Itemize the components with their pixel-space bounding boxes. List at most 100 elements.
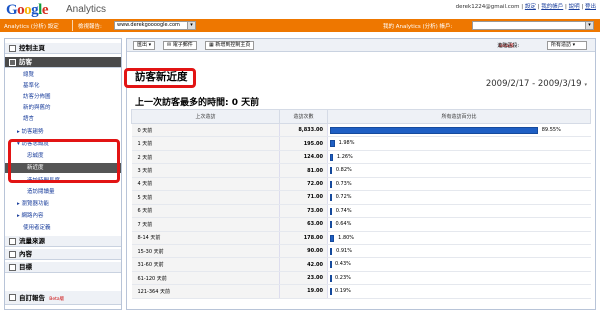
date-range-picker[interactable]: 2009/2/17 - 2009/3/19 ▾ [486, 79, 587, 89]
row-label[interactable]: 3 天前 [131, 163, 280, 178]
sidebar-item-content[interactable]: 內容 [5, 249, 121, 260]
row-percent-cell: 0.64% [327, 217, 591, 232]
chevron-down-icon: ▾ [585, 22, 593, 29]
beta-badge: Beta版 [49, 297, 65, 302]
table-row: 31-60 天前 42.00 0.43% [131, 257, 591, 272]
my-account-label: 我的 Analytics (分析) 帳戶: [383, 24, 453, 30]
account-select[interactable]: ▾ [472, 21, 594, 30]
row-label[interactable]: 8-14 天前 [131, 231, 280, 245]
column-header-visits[interactable]: 造訪次數 [279, 109, 328, 124]
summary-subtitle: 上一次訪客最多的時間: 0 天前 [135, 98, 260, 108]
sidebar-item-custom-reports[interactable]: 自訂報告 Beta版 [5, 291, 121, 305]
column-header-last-visit[interactable]: 上次造訪 [131, 109, 280, 124]
row-percent-cell: 0.43% [327, 257, 591, 272]
row-percent-cell: 1.80% [327, 231, 591, 245]
row-visits: 71.00 [279, 190, 328, 205]
row-label[interactable]: 2 天前 [131, 150, 280, 165]
row-label[interactable]: 15-30 天前 [131, 244, 280, 259]
sidebar-item-user-defined[interactable]: 使用者定義 [5, 223, 121, 233]
row-percent-cell: 0.73% [327, 177, 591, 192]
dashboard-icon: ▦ [209, 42, 214, 48]
sidebar-item-visitor-trending[interactable]: ▸ 訪客趨勢 [5, 127, 121, 137]
table-row: 6 天前 73.00 0.74% [131, 204, 591, 219]
sidebar-item-traffic-sources[interactable]: 流量來源 [5, 236, 121, 247]
help-link[interactable]: 說明 [569, 4, 580, 10]
product-name: Analytics [66, 4, 107, 15]
table-row: 1 天前 195.00 1.98% [131, 136, 591, 151]
percent-bar [330, 247, 333, 255]
percent-bar [330, 221, 332, 229]
settings-link[interactable]: 設定 [525, 4, 536, 10]
row-visits: 42.00 [279, 257, 328, 272]
table-row: 61-120 天前 23.00 0.23% [131, 271, 591, 286]
site-select[interactable]: www.derekgoooogle.com ▾ [114, 21, 196, 30]
row-label[interactable]: 4 天前 [131, 177, 280, 192]
traffic-sources-icon [9, 238, 16, 245]
sidebar-item-benchmarking[interactable]: 基準化 [5, 81, 121, 91]
row-label[interactable]: 61-120 天前 [131, 271, 280, 286]
sidebar-item-languages[interactable]: 語言 [5, 114, 121, 124]
row-percent: 89.55% [541, 127, 561, 133]
view-report-label: 檢視報告: [78, 24, 102, 30]
percent-bar [330, 127, 538, 134]
email-button[interactable]: ✉ 電子郵件 [163, 41, 197, 50]
row-percent: 0.23% [335, 274, 351, 281]
table-row: 15-30 天前 90.00 0.91% [131, 244, 591, 259]
row-label[interactable]: 5 天前 [131, 190, 280, 205]
row-percent: 0.43% [335, 261, 351, 268]
user-links: derek1224@gmail.com | 設定 | 我的帳戶 | 說明 | 登… [455, 4, 596, 10]
sign-out-link[interactable]: 登出 [585, 4, 596, 10]
custom-reports-icon [9, 294, 16, 301]
sidebar-item-goals[interactable]: 目標 [5, 262, 121, 273]
row-label[interactable]: 0 天前 [131, 123, 280, 138]
add-to-dashboard-button[interactable]: ▦ 新增到控制主頁 [205, 41, 255, 50]
row-label[interactable]: 1 天前 [131, 136, 280, 151]
row-visits: 72.00 [279, 177, 328, 192]
row-label[interactable]: 6 天前 [131, 204, 280, 219]
analytics-settings-link[interactable]: Analytics (分析) 設定 [4, 22, 59, 30]
main-panel: 匯出 ▾ ✉ 電子郵件 ▦ 新增到控制主頁 Beta版 進階區段: 所有造訪 ▾… [126, 38, 596, 310]
recency-table: 上次造訪 造訪次數 所有造訪百分比 0 天前 8,833.00 89.55% 1 天前… [131, 109, 591, 299]
row-visits: 19.00 [279, 284, 328, 299]
my-account-link[interactable]: 我的帳戶 [541, 4, 563, 10]
sidebar-item-overview[interactable]: 總覽 [5, 70, 121, 80]
sidebar-item-network-properties[interactable]: ▸ 網路內容 [5, 211, 121, 221]
row-percent: 0.73% [335, 180, 352, 187]
sidebar-item-visitors[interactable]: 訪客 [5, 57, 121, 68]
chevron-down-icon: ▾ [572, 42, 576, 48]
row-percent: 1.26% [336, 153, 353, 160]
report-toolbar: 匯出 ▾ ✉ 電子郵件 ▦ 新增到控制主頁 Beta版 進階區段: 所有造訪 ▾ [127, 39, 595, 52]
row-percent: 1.80% [338, 234, 355, 241]
row-visits: 124.00 [279, 150, 328, 165]
highlight-annotation [124, 68, 196, 88]
column-header-percent[interactable]: 所有造訪百分比 [327, 109, 591, 124]
sidebar-item-map-overlay[interactable]: 訪客分佈圖 [5, 92, 121, 102]
export-button[interactable]: 匯出 ▾ [133, 41, 156, 50]
percent-bar [330, 140, 335, 148]
table-row: 3 天前 81.00 0.82% [131, 163, 591, 178]
visitors-icon [9, 59, 16, 66]
row-percent-cell: 0.19% [327, 284, 591, 299]
row-percent: 0.91% [336, 247, 352, 254]
row-label[interactable]: 7 天前 [131, 217, 280, 232]
percent-bar [330, 207, 332, 215]
nav-bar: Analytics (分析) 設定 檢視報告: www.derekgoooogl… [0, 19, 600, 32]
percent-bar [330, 288, 332, 296]
table-row: 4 天前 72.00 0.73% [131, 177, 591, 192]
row-visits: 195.00 [279, 136, 328, 151]
row-label[interactable]: 121-364 天前 [131, 284, 280, 299]
row-visits: 178.00 [279, 231, 328, 245]
row-visits: 8,833.00 [279, 123, 328, 138]
sidebar-item-depth-of-visit[interactable]: 造訪閱讀量 [5, 187, 121, 197]
chevron-down-icon: ▾ [148, 42, 152, 48]
row-visits: 90.00 [279, 244, 328, 259]
row-percent-cell: 0.82% [327, 163, 591, 178]
google-logo[interactable]: Google [6, 2, 49, 19]
sidebar-item-dashboard[interactable]: 控制主頁 [5, 43, 121, 54]
sidebar-item-browser-capabilities[interactable]: ▸ 瀏覽器功能 [5, 199, 121, 209]
segments-select[interactable]: 所有造訪 ▾ [547, 41, 587, 50]
percent-bar [330, 274, 332, 282]
row-percent-cell: 0.91% [327, 244, 591, 259]
sidebar-item-new-vs-returning[interactable]: 新的與舊的 [5, 103, 121, 113]
row-label[interactable]: 31-60 天前 [131, 257, 280, 272]
